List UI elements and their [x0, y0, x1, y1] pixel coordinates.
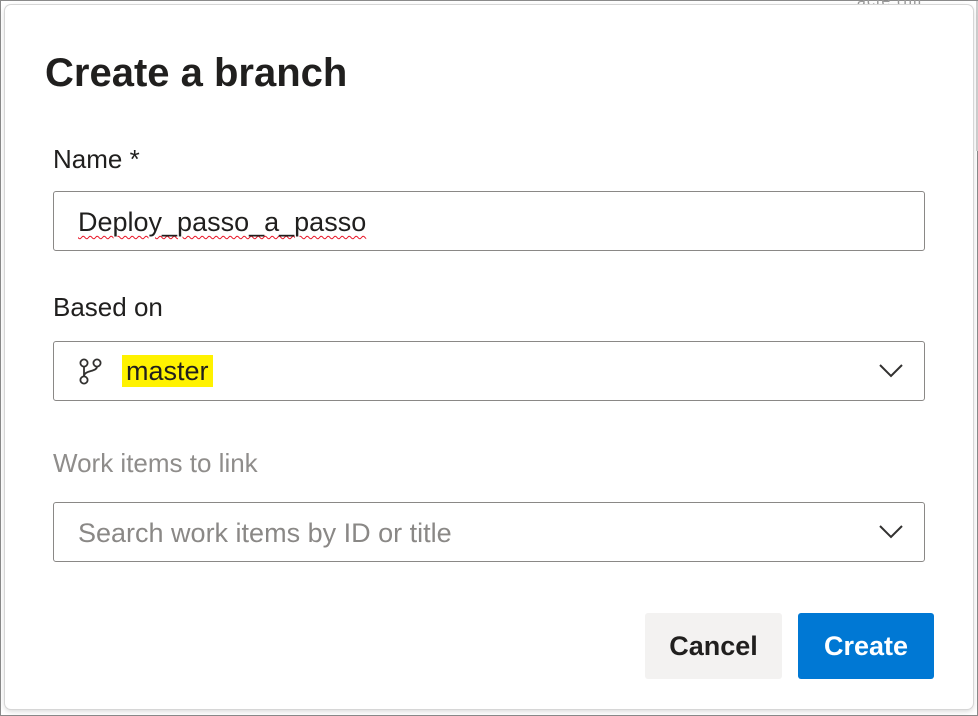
- cancel-button[interactable]: Cancel: [645, 613, 782, 679]
- create-button[interactable]: Create: [798, 613, 934, 679]
- work-items-label: Work items to link: [53, 448, 258, 478]
- based-on-dropdown[interactable]: master: [53, 341, 925, 401]
- name-input-value: Deploy_passo_a_passo: [78, 207, 367, 237]
- create-branch-dialog: Create a branch Name * Deploy_passo_a_pa…: [5, 5, 973, 709]
- screenshot-frame: acte (fill Create a branch Name * Deploy…: [0, 0, 978, 716]
- based-on-value: master: [122, 355, 213, 387]
- work-items-search-placeholder: Search work items by ID or title: [78, 518, 452, 548]
- name-label: Name *: [53, 144, 140, 174]
- based-on-label: Based on: [53, 292, 163, 322]
- name-input[interactable]: Deploy_passo_a_passo: [53, 191, 925, 251]
- branch-icon: [79, 358, 102, 385]
- work-items-search-dropdown[interactable]: Search work items by ID or title: [53, 502, 925, 562]
- chevron-down-icon[interactable]: [878, 523, 904, 541]
- chevron-down-icon[interactable]: [878, 362, 904, 380]
- dialog-title: Create a branch: [45, 51, 348, 95]
